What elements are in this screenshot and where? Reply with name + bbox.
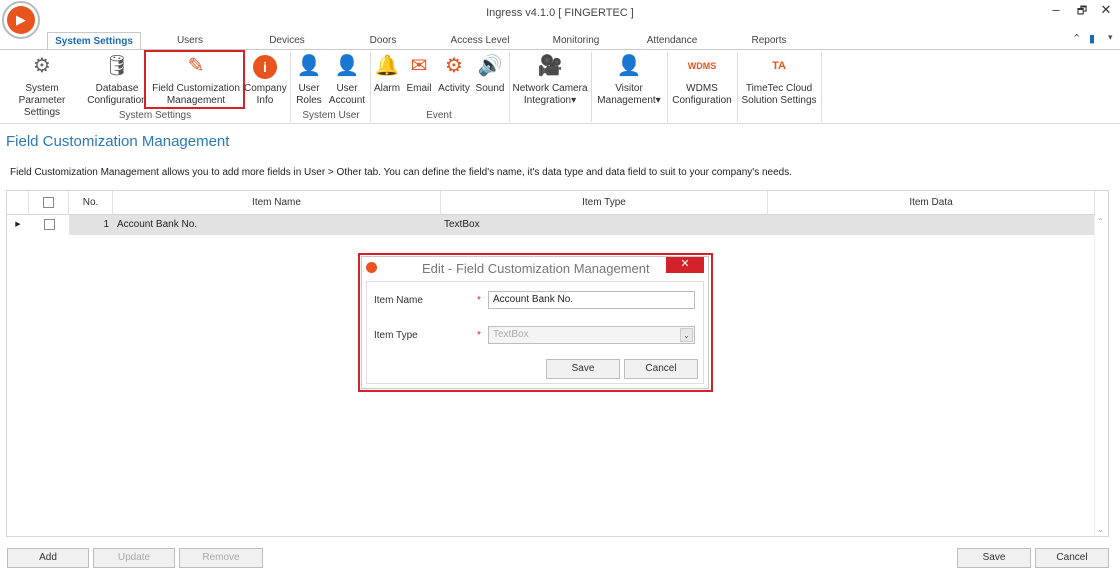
select-all-cell: [29, 191, 69, 215]
office-icon[interactable]: ▮: [1089, 32, 1095, 45]
tab-access-level[interactable]: Access Level: [446, 32, 514, 50]
group-separator: [737, 52, 738, 122]
user-roles-icon: 👤: [296, 55, 322, 77]
row-header-spacer: [7, 191, 29, 215]
email-button[interactable]: ✉ Email: [404, 52, 434, 95]
field-customization-highlight: [144, 50, 245, 109]
visitor-management-button[interactable]: 👤 Visitor Management▾: [593, 52, 665, 107]
collapse-ribbon-icon[interactable]: ⌃: [1072, 32, 1081, 45]
wdms-configuration-button[interactable]: WDMS WDMS Configuration: [669, 52, 735, 107]
restore-button[interactable]: 🗗: [1073, 2, 1091, 21]
column-header-item-name[interactable]: Item Name: [113, 191, 441, 215]
vertical-scrollbar[interactable]: ⌃ ⌄: [1094, 215, 1108, 536]
scroll-up-icon[interactable]: ⌃: [1097, 217, 1104, 226]
group-label-system-user: System User: [302, 110, 360, 121]
minimize-button[interactable]: ‒: [1047, 2, 1065, 17]
update-button[interactable]: Update: [93, 548, 175, 568]
tab-monitoring[interactable]: Monitoring: [545, 32, 607, 50]
group-separator: [821, 52, 822, 122]
user-account-button[interactable]: 👤 User Account: [326, 52, 368, 107]
ribbon-tabs: System Settings Users Devices Doors Acce…: [0, 32, 1120, 50]
group-separator: [667, 52, 668, 122]
group-separator: [370, 52, 371, 122]
window-title: Ingress v4.1.0 [ FINGERTEC ]: [486, 7, 634, 19]
activity-button[interactable]: ⚙ Activity: [436, 52, 472, 95]
column-header-no[interactable]: No.: [69, 191, 113, 215]
dialog-highlight: [358, 253, 713, 392]
company-info-button[interactable]: i Company Info: [244, 52, 287, 107]
activity-icon: ⚙: [445, 55, 463, 77]
sound-button[interactable]: 🔊 Sound: [474, 52, 506, 95]
tab-system-settings[interactable]: System Settings: [47, 32, 141, 50]
row-checkbox[interactable]: [43, 218, 55, 230]
ribbon-bottom-border: [0, 123, 1120, 124]
page-title: Field Customization Management: [6, 133, 230, 150]
tab-doors[interactable]: Doors: [358, 32, 408, 50]
column-header-item-data[interactable]: Item Data: [768, 191, 1095, 215]
cell-item-data: [768, 215, 1095, 235]
tab-users[interactable]: Users: [165, 32, 215, 50]
save-button[interactable]: Save: [957, 548, 1031, 568]
email-icon: ✉: [410, 55, 428, 77]
database-configuration-button[interactable]: 🛢 Database Configuration: [84, 52, 150, 107]
system-parameter-settings-button[interactable]: ⚙ System Parameter Settings: [2, 52, 82, 119]
timetec-cloud-settings-button[interactable]: TA TimeTec Cloud Solution Settings: [739, 52, 819, 107]
cell-no: 1: [69, 215, 113, 235]
gears-icon: ⚙: [33, 55, 51, 77]
column-header-item-type[interactable]: Item Type: [441, 191, 768, 215]
group-label-event: Event: [426, 110, 452, 121]
close-button[interactable]: ✕: [1097, 2, 1115, 18]
group-separator: [290, 52, 291, 122]
alarm-button[interactable]: 🔔 Alarm: [372, 52, 402, 95]
group-separator: [591, 52, 592, 122]
cell-item-name: Account Bank No.: [113, 215, 441, 235]
timetec-icon: TA: [772, 60, 786, 72]
scroll-down-icon[interactable]: ⌄: [1097, 525, 1104, 534]
user-account-icon: 👤: [334, 55, 360, 77]
cell-item-type: TextBox: [441, 215, 768, 235]
database-icon: 🛢: [104, 55, 130, 77]
row-indicator-icon: ▶: [7, 215, 29, 235]
page-description: Field Customization Management allows yo…: [10, 167, 793, 178]
tab-devices[interactable]: Devices: [262, 32, 312, 50]
tab-reports[interactable]: Reports: [745, 32, 793, 50]
camera-icon: 🎥: [537, 55, 563, 77]
add-button[interactable]: Add: [7, 548, 89, 568]
remove-button[interactable]: Remove: [179, 548, 263, 568]
alarm-icon: 🔔: [374, 55, 400, 77]
row-checkbox-cell: [29, 215, 69, 235]
select-all-checkbox[interactable]: [43, 196, 54, 208]
group-label-system-settings: System Settings: [118, 110, 192, 121]
wdms-icon: WDMS: [687, 61, 717, 71]
sound-icon: 🔊: [477, 55, 503, 77]
user-roles-button[interactable]: 👤 User Roles: [293, 52, 325, 107]
network-camera-integration-button[interactable]: 🎥 Network Camera Integration▾: [511, 52, 589, 107]
tab-attendance[interactable]: Attendance: [640, 32, 704, 50]
cancel-button[interactable]: Cancel: [1035, 548, 1109, 568]
group-separator: [509, 52, 510, 122]
chevron-down-icon[interactable]: ▾: [1108, 32, 1113, 43]
info-icon: i: [244, 52, 286, 80]
visitor-icon: 👤: [616, 55, 642, 77]
